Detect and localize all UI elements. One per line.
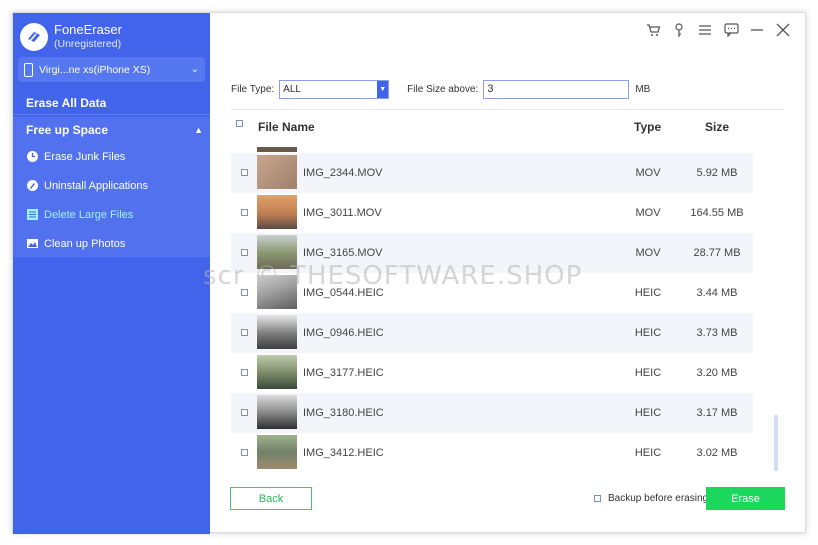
list-scrollbar[interactable] xyxy=(774,415,778,471)
key-icon[interactable] xyxy=(671,22,687,38)
cart-icon[interactable] xyxy=(645,22,661,38)
file-name: IMG_3177.HEIC xyxy=(303,367,384,379)
divider xyxy=(231,109,784,110)
feedback-chat-icon[interactable] xyxy=(723,22,739,38)
file-list: IMG_2344.MOV MOV 5.92 MB IMG_3011.MOV MO… xyxy=(231,147,753,471)
phone-icon xyxy=(24,62,33,77)
partial-thumbnail xyxy=(257,147,297,152)
table-row[interactable]: IMG_3011.MOV MOV 164.55 MB xyxy=(231,193,753,233)
minimize-icon[interactable] xyxy=(749,22,765,38)
clock-icon xyxy=(26,150,39,163)
app-name: FoneEraser xyxy=(54,22,122,37)
file-type: MOV xyxy=(635,207,661,219)
file-type: HEIC xyxy=(634,407,662,419)
file-thumbnail xyxy=(257,315,297,349)
backup-option[interactable]: Backup before erasing xyxy=(594,493,708,504)
device-label: Virgi...ne xs(iPhone XS) xyxy=(39,63,151,76)
row-checkbox[interactable] xyxy=(241,169,248,176)
file-name: IMG_0946.HEIC xyxy=(303,327,384,339)
column-header-type[interactable]: Type xyxy=(634,120,661,134)
nav-label: Clean up Photos xyxy=(44,237,126,250)
chevron-up-icon: ▲ xyxy=(194,124,203,135)
file-thumbnail xyxy=(257,395,297,429)
file-size: 5.92 MB xyxy=(696,167,738,179)
nav-erase-junk-files[interactable]: Erase Junk Files xyxy=(13,142,210,171)
sidebar: FoneEraser (Unregistered) Virgi...ne xs(… xyxy=(13,13,210,534)
nav-label: Delete Large Files xyxy=(44,208,134,221)
file-type: HEIC xyxy=(634,367,662,379)
nav-uninstall-applications[interactable]: Uninstall Applications xyxy=(13,171,210,200)
file-thumbnail xyxy=(257,355,297,389)
foneeraser-logo-icon xyxy=(20,23,48,51)
watermark-text: scr © THESOFTWARE.SHOP xyxy=(203,261,583,291)
file-size: 28.77 MB xyxy=(693,247,741,259)
backup-label: Backup before erasing xyxy=(608,493,709,504)
file-type-select[interactable]: ALL ▼ xyxy=(279,79,390,99)
row-checkbox[interactable] xyxy=(241,209,248,216)
device-selector[interactable]: Virgi...ne xs(iPhone XS) ⌄ xyxy=(18,57,205,82)
back-button[interactable]: Back xyxy=(230,487,312,510)
nav-clean-up-photos[interactable]: Clean up Photos xyxy=(13,229,210,258)
file-name: IMG_3180.HEIC xyxy=(303,407,384,419)
nav-delete-large-files[interactable]: Delete Large Files xyxy=(13,200,210,229)
nav-label: Uninstall Applications xyxy=(44,179,148,192)
table-row[interactable]: IMG_3180.HEIC HEIC 3.17 MB xyxy=(231,393,753,433)
menu-icon[interactable] xyxy=(697,22,713,38)
file-size-label: File Size above: xyxy=(407,83,479,95)
table-header: File Name Type Size xyxy=(231,116,771,140)
column-header-size[interactable]: Size xyxy=(705,120,729,134)
file-size: 3.17 MB xyxy=(696,407,738,419)
file-thumbnail xyxy=(257,195,297,229)
backup-checkbox[interactable] xyxy=(594,495,601,502)
row-checkbox[interactable] xyxy=(241,329,248,336)
free-up-space-group: Free up Space ▲ Erase Junk Files Uninsta… xyxy=(13,117,210,257)
file-size-unit: MB xyxy=(635,83,651,95)
nav-free-up-space[interactable]: Free up Space ▲ xyxy=(13,117,210,142)
file-type: HEIC xyxy=(634,447,662,459)
registration-status: (Unregistered) xyxy=(54,38,122,50)
chevron-down-icon: ⌄ xyxy=(190,64,199,75)
file-type: HEIC xyxy=(634,287,662,299)
file-size: 3.02 MB xyxy=(696,447,738,459)
file-type-value: ALL xyxy=(283,83,301,95)
dropdown-arrow-icon: ▼ xyxy=(377,80,389,98)
file-size: 3.20 MB xyxy=(696,367,738,379)
file-size: 164.55 MB xyxy=(690,207,744,219)
select-all-checkbox[interactable] xyxy=(236,120,243,127)
file-size-input[interactable]: 3 xyxy=(483,79,630,99)
row-checkbox[interactable] xyxy=(241,369,248,376)
file-type: HEIC xyxy=(634,327,662,339)
row-checkbox[interactable] xyxy=(241,249,248,256)
file-thumbnail xyxy=(257,155,297,189)
column-header-name[interactable]: File Name xyxy=(258,120,315,134)
free-up-space-label: Free up Space xyxy=(26,122,109,137)
brand: FoneEraser (Unregistered) xyxy=(20,21,122,53)
table-row[interactable]: IMG_3412.HEIC HEIC 3.02 MB xyxy=(231,433,753,471)
file-thumbnail xyxy=(257,435,297,469)
file-size: 3.73 MB xyxy=(696,327,738,339)
table-row[interactable]: IMG_0946.HEIC HEIC 3.73 MB xyxy=(231,313,753,353)
filter-bar: File Type: ALL ▼ File Size above: 3 MB xyxy=(231,79,650,99)
rocket-icon xyxy=(26,179,39,192)
file-type-label: File Type: xyxy=(231,83,275,95)
nav-erase-all-data[interactable]: Erase All Data xyxy=(13,91,210,115)
file-type: MOV xyxy=(635,167,661,179)
file-name: IMG_2344.MOV xyxy=(303,167,383,179)
table-row[interactable]: IMG_2344.MOV MOV 5.92 MB xyxy=(231,153,753,193)
title-bar-controls xyxy=(645,22,791,38)
file-name: IMG_3412.HEIC xyxy=(303,447,384,459)
erase-button[interactable]: Erase xyxy=(706,487,785,510)
file-name: IMG_3165.MOV xyxy=(303,247,383,259)
file-size: 3.44 MB xyxy=(696,287,738,299)
file-name: IMG_3011.MOV xyxy=(303,207,382,219)
file-list-icon xyxy=(26,208,39,221)
photo-icon xyxy=(26,237,39,250)
file-type: MOV xyxy=(635,247,661,259)
nav-label: Erase Junk Files xyxy=(44,150,126,163)
row-checkbox[interactable] xyxy=(241,409,248,416)
row-checkbox[interactable] xyxy=(241,449,248,456)
close-icon[interactable] xyxy=(775,22,791,38)
table-row[interactable]: IMG_3177.HEIC HEIC 3.20 MB xyxy=(231,353,753,393)
app-window: FoneEraser (Unregistered) Virgi...ne xs(… xyxy=(12,12,806,534)
